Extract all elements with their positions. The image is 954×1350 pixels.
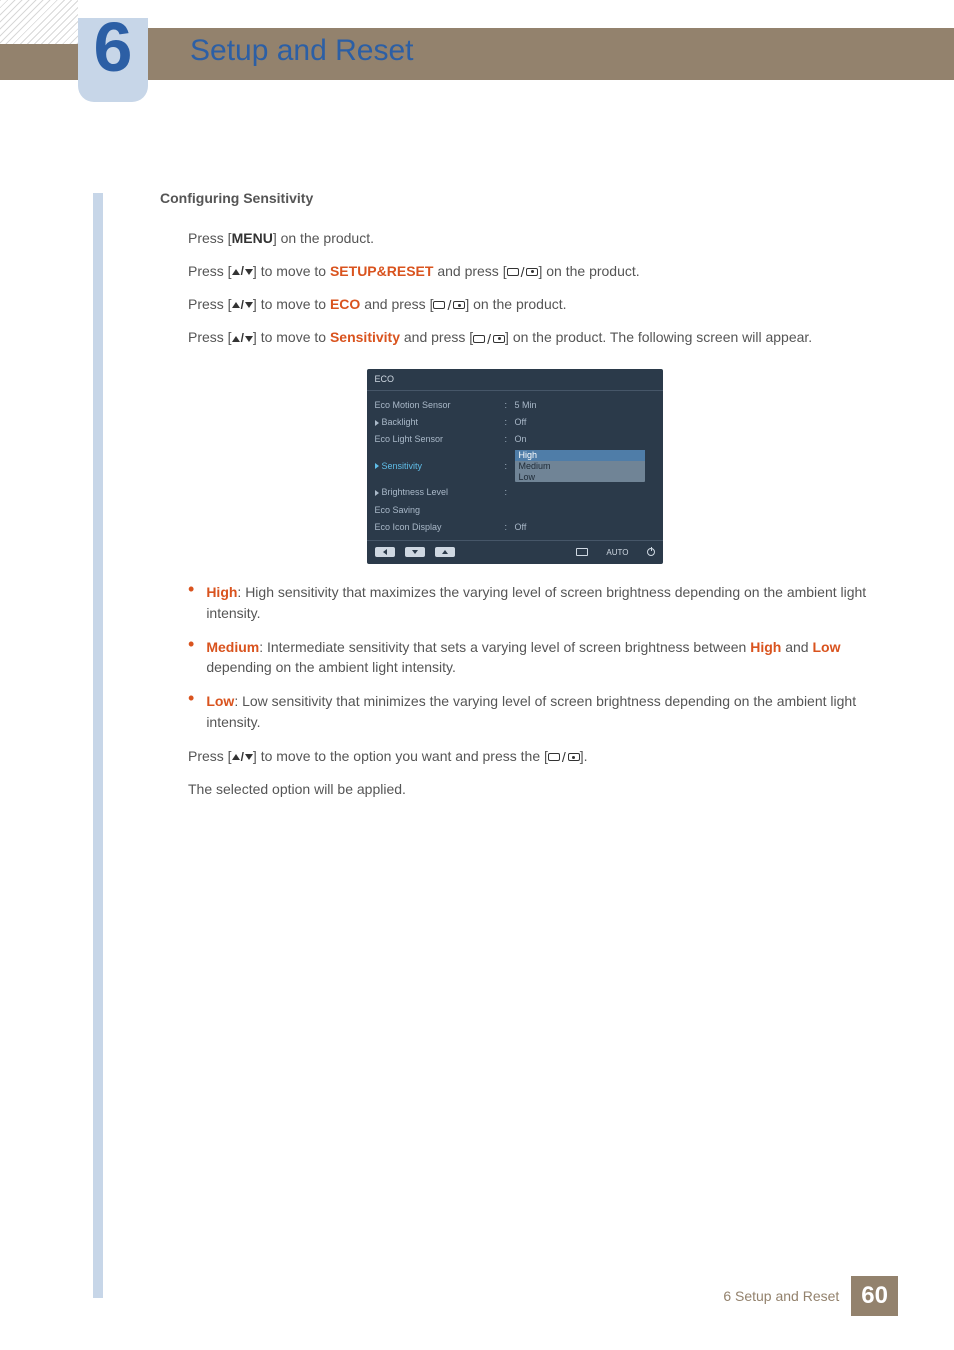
- page-footer: 6 Setup and Reset 60: [723, 1276, 898, 1316]
- text: Press [: [188, 230, 232, 246]
- step-5: Press [/] to move to the option you want…: [188, 746, 869, 767]
- osd-row-backlight: Backlight:Off: [375, 414, 655, 431]
- bullet-high-text: : High sensitivity that maximizes the va…: [206, 584, 866, 620]
- osd-left-button-icon: [375, 547, 395, 557]
- step-1: Press [MENU] on the product.: [188, 228, 869, 248]
- bullet-high: • High: High sensitivity that maximizes …: [188, 582, 869, 623]
- osd-option-high: High: [515, 450, 645, 461]
- up-down-icon: /: [232, 263, 253, 280]
- text: Press [: [188, 296, 232, 312]
- osd-row-motion: Eco Motion Sensor:5 Min: [375, 397, 655, 414]
- osd-row-brightness: Brightness Level:: [375, 484, 655, 501]
- text: Press [: [188, 329, 232, 345]
- osd-row-icon: Eco Icon Display:Off: [375, 519, 655, 536]
- chapter-title: Setup and Reset: [190, 34, 414, 68]
- text: and press [: [433, 263, 506, 279]
- bullet-medium: • Medium: Intermediate sensitivity that …: [188, 637, 869, 678]
- text: ].: [580, 748, 588, 764]
- osd-row-saving: Eco Saving: [375, 502, 655, 519]
- osd-down-button-icon: [405, 547, 425, 557]
- corner-hatching: [0, 0, 78, 44]
- osd-row-light: Eco Light Sensor:On: [375, 431, 655, 448]
- up-down-icon: /: [232, 330, 253, 347]
- osd-screenshot: ECO Eco Motion Sensor:5 Min Backlight:Of…: [367, 369, 663, 564]
- text: ] on the product.: [273, 230, 374, 246]
- text: ] to move to: [253, 329, 330, 345]
- step-4: Press [/] to move to Sensitivity and pre…: [188, 327, 869, 348]
- target-sensitivity: Sensitivity: [330, 329, 400, 345]
- bullet-medium-name: Medium: [206, 639, 259, 655]
- osd-option-low: Low: [515, 472, 645, 483]
- text: depending on the ambient light intensity…: [206, 659, 456, 675]
- bullet-low-name: Low: [206, 693, 234, 709]
- bullet-low: • Low: Low sensitivity that minimizes th…: [188, 691, 869, 732]
- osd-option-list: High Medium Low: [515, 450, 645, 482]
- text: ] on the product.: [465, 296, 566, 312]
- footer-text: 6 Setup and Reset: [723, 1288, 839, 1304]
- step-2: Press [/] to move to SETUP&RESET and pre…: [188, 261, 869, 282]
- target-setup-reset: SETUP&RESET: [330, 263, 433, 279]
- osd-title: ECO: [367, 369, 663, 391]
- osd-up-button-icon: [435, 547, 455, 557]
- osd-source-icon: [576, 548, 588, 556]
- text: ] to move to the option you want and pre…: [253, 748, 548, 764]
- text: ] on the product. The following screen w…: [505, 329, 812, 345]
- osd-row-sensitivity: Sensitivity : High Medium Low: [375, 448, 655, 484]
- page-content: Configuring Sensitivity Press [MENU] on …: [160, 188, 869, 812]
- bullet-high-name: High: [206, 584, 237, 600]
- text: ] on the product.: [538, 263, 639, 279]
- target-eco: ECO: [330, 296, 360, 312]
- bullet-list: • High: High sensitivity that maximizes …: [188, 582, 869, 732]
- menu-key-label: MENU: [232, 230, 273, 246]
- bullet-dot-icon: •: [188, 637, 194, 678]
- up-down-icon: /: [232, 749, 253, 766]
- step-3: Press [/] to move to ECO and press [/] o…: [188, 294, 869, 315]
- chapter-badge: 6: [78, 18, 148, 102]
- text: and: [781, 639, 812, 655]
- enter-icon: /: [507, 262, 539, 282]
- bullet-medium-high: High: [750, 639, 781, 655]
- left-sidebar-rail: [93, 193, 103, 1298]
- bullet-medium-low: Low: [812, 639, 840, 655]
- page-number: 60: [851, 1276, 898, 1316]
- bullet-dot-icon: •: [188, 691, 194, 732]
- step-6: The selected option will be applied.: [188, 779, 869, 799]
- bullet-low-text: : Low sensitivity that minimizes the var…: [206, 693, 856, 729]
- osd-footer: AUTO: [367, 540, 663, 565]
- triangle-right-icon: [375, 490, 379, 496]
- chapter-number: 6: [78, 12, 148, 82]
- osd-power-icon: [647, 548, 655, 556]
- text: and press [: [360, 296, 433, 312]
- text: ] to move to: [253, 296, 330, 312]
- enter-icon: /: [433, 295, 465, 315]
- text: : Intermediate sensitivity that sets a v…: [259, 639, 750, 655]
- bullet-dot-icon: •: [188, 582, 194, 623]
- osd-option-medium: Medium: [515, 461, 645, 472]
- section-heading: Configuring Sensitivity: [160, 188, 869, 208]
- osd-auto-label: AUTO: [606, 547, 628, 559]
- text: Press [: [188, 748, 232, 764]
- text: Press [: [188, 263, 232, 279]
- enter-icon: /: [473, 329, 505, 349]
- text: and press [: [400, 329, 473, 345]
- up-down-icon: /: [232, 297, 253, 314]
- triangle-right-icon: [375, 463, 379, 469]
- text: ] to move to: [253, 263, 330, 279]
- enter-icon: /: [548, 747, 580, 767]
- triangle-right-icon: [375, 420, 379, 426]
